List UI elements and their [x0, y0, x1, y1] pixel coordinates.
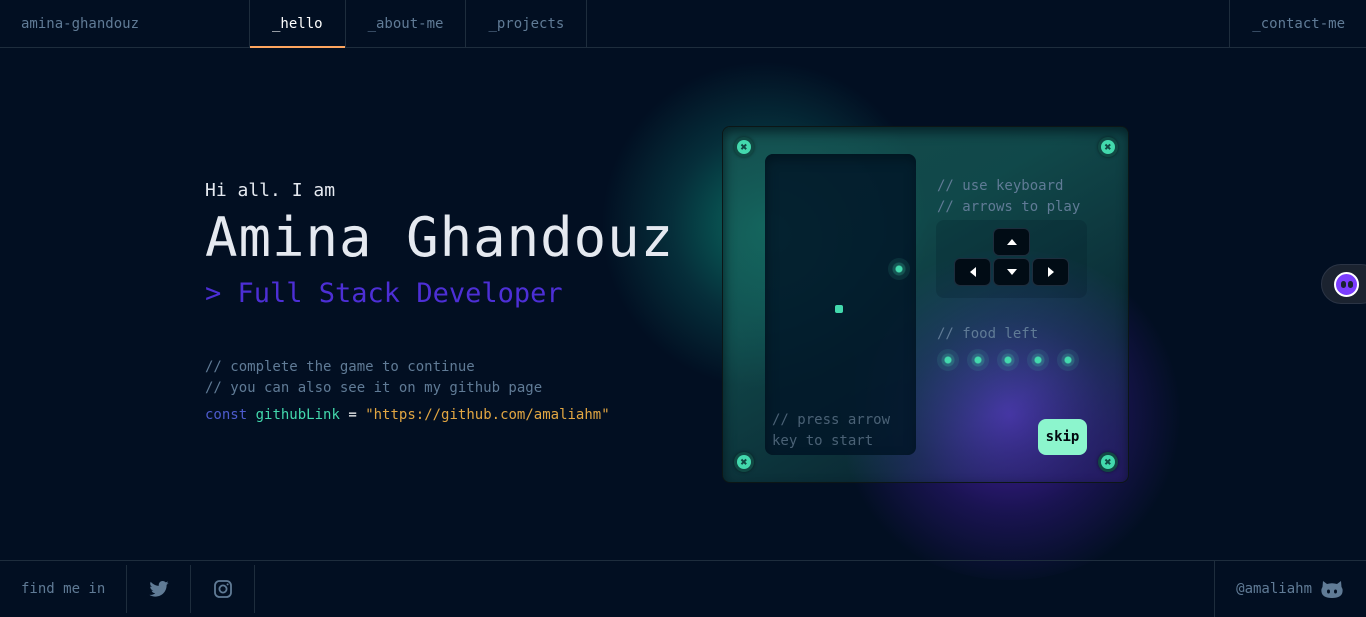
- comment-line-2: // you can also see it on my github page: [205, 380, 543, 396]
- instructions-line-1: // use keyboard: [937, 178, 1064, 194]
- food-dot: [888, 258, 910, 280]
- tab-hello[interactable]: _hello: [250, 0, 346, 48]
- arrow-left-key[interactable]: [954, 258, 991, 286]
- hero-role: > Full Stack Developer: [205, 278, 563, 309]
- snake-head: [835, 305, 843, 313]
- screw-icon: ✖: [734, 452, 754, 472]
- instagram-link[interactable]: [191, 565, 256, 613]
- bot-face-icon: [1334, 272, 1359, 297]
- tab-about-me[interactable]: _about-me: [346, 0, 467, 47]
- github-handle: @amaliahm: [1236, 581, 1312, 597]
- arrow-up-icon: [1006, 239, 1017, 245]
- find-me-label: find me in: [0, 565, 128, 613]
- instagram-icon: [213, 580, 232, 598]
- food-left-indicators: [937, 349, 1079, 371]
- code-variable: githubLink: [255, 407, 340, 423]
- tab-projects[interactable]: _projects: [466, 0, 588, 47]
- screw-icon: ✖: [1098, 452, 1118, 472]
- github-profile-link[interactable]: @amaliahm: [1214, 561, 1366, 617]
- arrow-left-icon: [969, 267, 976, 277]
- game-instructions: // use keyboard // arrows to play: [937, 176, 1080, 218]
- greeting-text: Hi all. I am: [205, 180, 336, 201]
- twitter-icon: [149, 581, 169, 597]
- food-left-label: // food left: [937, 326, 1039, 342]
- github-code-line: const githubLink = "https://github.com/a…: [205, 407, 610, 423]
- chat-widget[interactable]: [1321, 264, 1366, 304]
- food-left-dot: [1057, 349, 1079, 371]
- footer-spacer: [255, 561, 1214, 617]
- food-left-dot: [997, 349, 1019, 371]
- twitter-link[interactable]: [127, 565, 192, 613]
- arrow-down-icon: [1006, 269, 1017, 275]
- screw-icon: ✖: [734, 137, 754, 157]
- arrow-down-key[interactable]: [993, 258, 1030, 286]
- game-board[interactable]: // press arrow key to start: [765, 154, 916, 455]
- instructions-line-2: // arrows to play: [937, 199, 1081, 215]
- comment-line-1: // complete the game to continue: [205, 359, 475, 375]
- snake-game-console: ✖ ✖ ✖ ✖ // press arrow key to start // u…: [722, 126, 1129, 483]
- arrow-right-icon: [1047, 267, 1054, 277]
- screw-icon: ✖: [1098, 137, 1118, 157]
- skip-button[interactable]: skip: [1038, 419, 1087, 455]
- food-left-dot: [967, 349, 989, 371]
- footer: find me in @amaliahm: [0, 560, 1366, 617]
- github-link[interactable]: "https://github.com/amaliahm": [365, 407, 609, 423]
- github-icon: [1321, 581, 1343, 598]
- arrow-up-key[interactable]: [993, 228, 1030, 256]
- code-keyword: const: [205, 407, 248, 423]
- arrow-right-key[interactable]: [1032, 258, 1069, 286]
- tab-contact-me[interactable]: _contact-me: [1229, 0, 1366, 47]
- brand-name[interactable]: amina-ghandouz: [0, 0, 250, 47]
- food-left-dot: [937, 349, 959, 371]
- top-nav: amina-ghandouz _hello _about-me _project…: [0, 0, 1366, 48]
- arrow-keys-panel: [936, 220, 1087, 298]
- code-equals: =: [348, 407, 357, 423]
- press-hint: // press arrow key to start: [772, 412, 891, 449]
- food-left-dot: [1027, 349, 1049, 371]
- hero-name: Amina Ghandouz: [205, 206, 675, 269]
